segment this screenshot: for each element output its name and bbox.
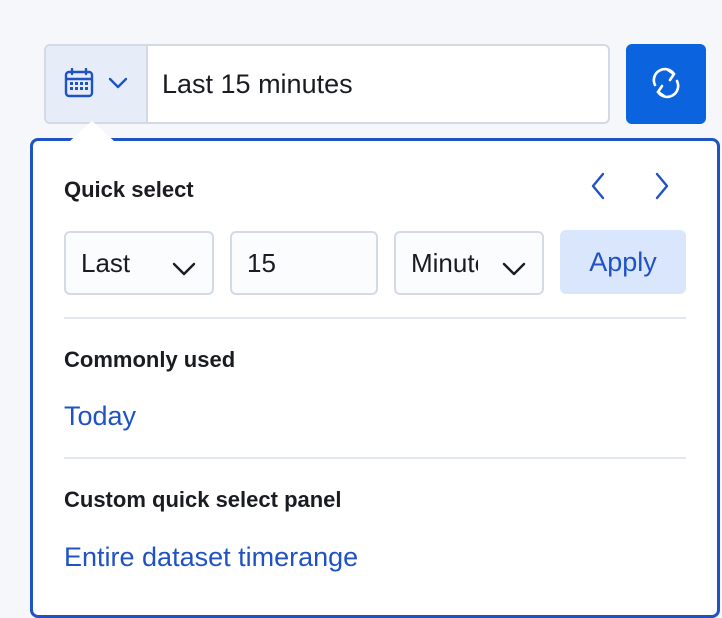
chevron-right-icon — [654, 172, 670, 205]
quick-select-popover: Quick select Last 15 Minutes — [30, 138, 720, 618]
chevron-down-icon — [108, 77, 128, 92]
custom-panel-item-entire-dataset[interactable]: Entire dataset timerange — [64, 542, 358, 573]
refresh-icon — [649, 66, 683, 103]
amount-value: 15 — [247, 247, 276, 278]
custom-panel-title: Custom quick select panel — [64, 487, 342, 512]
previous-period-button[interactable] — [578, 168, 618, 208]
divider — [64, 317, 686, 319]
quick-select-title: Quick select — [64, 177, 194, 202]
popover-arrow — [70, 121, 114, 141]
tense-value: Last — [81, 247, 131, 278]
date-picker: Last 15 minutes — [44, 44, 610, 124]
commonly-used-title: Commonly used — [64, 347, 236, 372]
amount-input[interactable]: 15 — [230, 231, 378, 295]
chevron-down-icon — [502, 253, 526, 284]
next-period-button[interactable] — [642, 168, 682, 208]
time-range-label: Last 15 minutes — [162, 68, 353, 99]
commonly-used-item-today[interactable]: Today — [64, 401, 136, 432]
chevron-left-icon — [590, 172, 606, 205]
unit-select[interactable]: Minutes — [394, 231, 544, 295]
quick-menu-button[interactable] — [46, 46, 148, 122]
unit-value: Minutes — [411, 247, 478, 278]
chevron-down-icon — [172, 253, 196, 284]
calendar-icon — [64, 67, 94, 101]
divider — [64, 457, 686, 459]
apply-button[interactable]: Apply — [560, 230, 686, 294]
time-range-display[interactable]: Last 15 minutes — [148, 46, 608, 122]
refresh-button[interactable] — [626, 44, 706, 124]
tense-select[interactable]: Last — [64, 231, 214, 295]
